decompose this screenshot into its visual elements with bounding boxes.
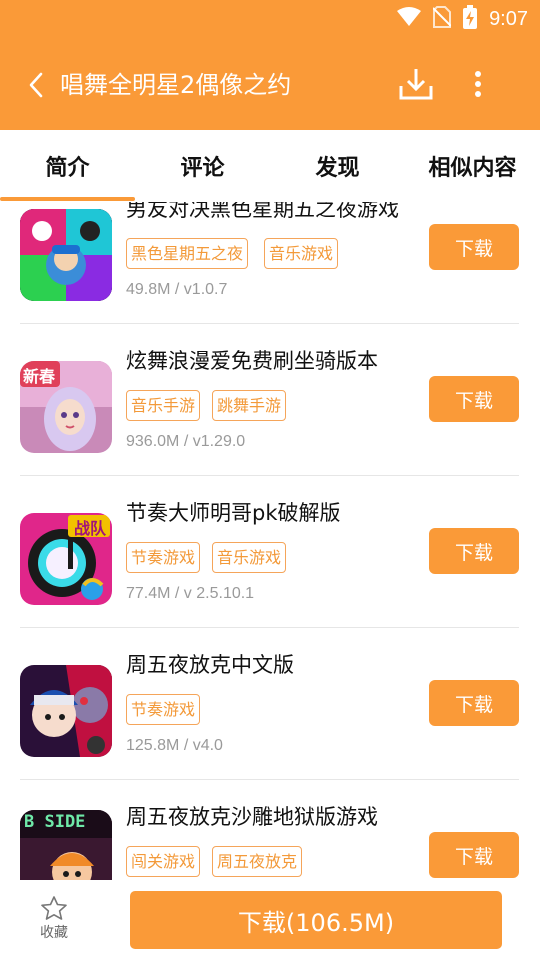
list-item[interactable]: 新春 炫舞浪漫爱免费刷坐骑版本 音乐手游 跳舞手游 936.0M / v1.29… xyxy=(0,336,540,488)
app-bar: 唱舞全明星2偶像之约 xyxy=(0,40,540,130)
main-download-button[interactable]: 下载(106.5M) xyxy=(130,891,502,949)
game-icon xyxy=(20,209,112,301)
game-size-version: 125.8M / v4.0 xyxy=(126,737,223,754)
status-icons: 9:07 xyxy=(397,5,528,33)
game-icon-badge: 新春 xyxy=(23,367,56,386)
game-tag[interactable]: 音乐游戏 xyxy=(212,542,287,573)
game-tag[interactable]: 跳舞手游 xyxy=(212,390,287,421)
download-button[interactable]: 下载 xyxy=(429,376,519,422)
download-manager-button[interactable] xyxy=(396,64,436,104)
tab-similar[interactable]: 相似内容 xyxy=(405,130,540,202)
status-bar: 9:07 xyxy=(0,0,540,40)
favorite-button[interactable]: 收藏 xyxy=(30,896,78,946)
bottom-bar: 收藏 下载(106.5M) xyxy=(0,880,540,960)
list-item[interactable]: 周五夜放克中文版 节奏游戏 125.8M / v4.0 下载 xyxy=(0,640,540,792)
game-icon: B SIDE xyxy=(20,810,112,880)
tab-intro[interactable]: 简介 xyxy=(0,130,135,202)
status-time: 9:07 xyxy=(489,7,528,30)
chevron-left-icon xyxy=(29,72,43,98)
more-options-button[interactable] xyxy=(462,64,494,104)
wifi-icon xyxy=(397,7,422,31)
tab-discover[interactable]: 发现 xyxy=(270,130,405,202)
divider xyxy=(20,627,519,628)
list-item[interactable]: 男友对决黑色星期五之夜游戏 黑色星期五之夜 音乐游戏 49.8M / v1.0.… xyxy=(0,202,540,336)
battery-charging-icon xyxy=(463,5,478,33)
similar-games-list: 男友对决黑色星期五之夜游戏 黑色星期五之夜 音乐游戏 49.8M / v1.0.… xyxy=(0,202,540,880)
game-title: 节奏大师明哥pk破解版 xyxy=(126,501,341,525)
game-icon: 新春 xyxy=(20,361,112,453)
game-tag[interactable]: 闯关游戏 xyxy=(126,846,201,877)
download-button[interactable]: 下载 xyxy=(429,528,519,574)
tab-bar: 简介 评论 发现 相似内容 xyxy=(0,130,540,202)
game-tag[interactable]: 节奏游戏 xyxy=(126,542,201,573)
tab-comments[interactable]: 评论 xyxy=(135,130,270,202)
star-icon xyxy=(41,896,67,920)
list-item[interactable]: 战队 节奏大师明哥pk破解版 节奏游戏 音乐游戏 77.4M / v 2.5.1… xyxy=(0,488,540,640)
game-icon: 战队 xyxy=(20,513,112,605)
page-title: 唱舞全明星2偶像之约 xyxy=(60,71,292,99)
download-button[interactable]: 下载 xyxy=(429,680,519,726)
game-icon-badge: B SIDE xyxy=(24,812,86,832)
game-title: 炫舞浪漫爱免费刷坐骑版本 xyxy=(126,349,378,373)
download-button[interactable]: 下载 xyxy=(429,224,519,270)
divider xyxy=(20,323,519,324)
download-button[interactable]: 下载 xyxy=(429,832,519,878)
game-size-version: 77.4M / v 2.5.10.1 xyxy=(126,585,255,602)
back-button[interactable] xyxy=(18,66,54,104)
game-icon xyxy=(20,665,112,757)
game-title: 男友对决黑色星期五之夜游戏 xyxy=(126,202,399,221)
game-size-version: 49.8M / v1.0.7 xyxy=(126,281,228,298)
game-tag[interactable]: 音乐手游 xyxy=(126,390,201,421)
game-tag[interactable]: 周五夜放克 xyxy=(212,846,303,877)
divider xyxy=(20,475,519,476)
game-tag[interactable]: 节奏游戏 xyxy=(126,694,201,725)
divider xyxy=(20,779,519,780)
game-icon-badge: 战队 xyxy=(74,519,107,538)
game-tag[interactable]: 黑色星期五之夜 xyxy=(126,238,249,269)
more-vertical-icon xyxy=(475,71,481,97)
favorite-label: 收藏 xyxy=(40,925,68,941)
download-icon xyxy=(399,69,433,100)
list-item[interactable]: B SIDE 周五夜放克沙雕地狱版游戏 闯关游戏 周五夜放克 下载 xyxy=(0,792,540,880)
game-tag[interactable]: 音乐游戏 xyxy=(264,238,339,269)
tab-indicator xyxy=(0,197,135,201)
game-size-version: 936.0M / v1.29.0 xyxy=(126,433,246,450)
game-title: 周五夜放克沙雕地狱版游戏 xyxy=(126,805,378,829)
no-sim-icon xyxy=(432,6,452,32)
game-title: 周五夜放克中文版 xyxy=(126,653,294,677)
